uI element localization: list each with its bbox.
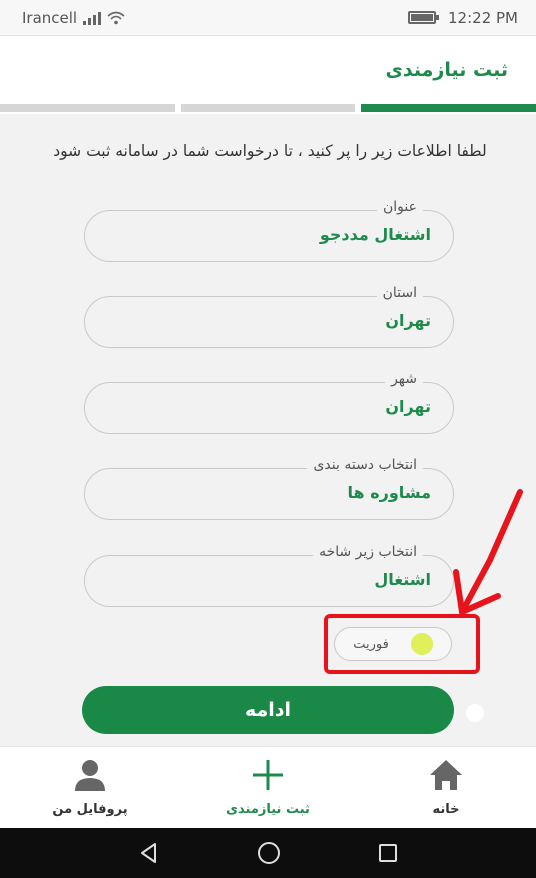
province-field[interactable]: استان تهران <box>84 285 454 348</box>
step-progress-bar <box>0 104 536 114</box>
home-circle-icon[interactable] <box>256 840 282 866</box>
system-nav-bar <box>0 828 536 878</box>
category-field-value: مشاوره ها <box>347 483 431 502</box>
plus-icon <box>253 760 283 790</box>
title-field-label: عنوان <box>377 199 423 215</box>
home-icon <box>430 760 462 790</box>
step-2-indicator <box>180 104 356 112</box>
recents-square-icon[interactable] <box>377 842 399 864</box>
battery-icon <box>408 11 440 24</box>
signal-bars-icon <box>83 11 102 25</box>
decorative-dot <box>466 704 484 722</box>
carrier-name: Irancell <box>22 8 78 27</box>
province-field-label: استان <box>376 285 423 301</box>
continue-button[interactable]: ادامه <box>82 686 454 734</box>
wifi-icon <box>107 11 125 24</box>
app-header: ثبت نیازمندی <box>0 36 536 104</box>
status-right: 12:22 PM <box>408 9 518 27</box>
city-field-label: شهر <box>385 371 423 387</box>
nav-item-home[interactable]: خانه <box>386 758 506 817</box>
status-time: 12:22 PM <box>448 8 518 27</box>
province-field-value: تهران <box>385 311 431 330</box>
category-field-label: انتخاب دسته بندی <box>307 457 423 473</box>
nav-label-home: خانه <box>432 802 460 817</box>
step-1-indicator <box>0 104 175 112</box>
city-field-value: تهران <box>385 397 431 416</box>
nav-item-profile[interactable]: پروفایل من <box>30 758 150 817</box>
category-field[interactable]: انتخاب دسته بندی مشاوره ها <box>84 457 454 520</box>
back-triangle-icon[interactable] <box>137 841 161 865</box>
step-3-indicator <box>361 104 536 112</box>
subcategory-field-value: اشتغال <box>374 570 431 589</box>
nav-item-register[interactable]: ثبت نیازمندی <box>208 758 328 817</box>
title-field[interactable]: عنوان اشتغال مددجو <box>84 199 454 262</box>
status-bar: Irancell 12:22 PM <box>0 0 536 36</box>
bottom-nav: پروفایل من ثبت نیازمندی خانه <box>0 746 536 828</box>
annotation-highlight-box <box>324 614 480 674</box>
status-left: Irancell <box>22 9 125 27</box>
subcategory-field-label: انتخاب زیر شاخه <box>313 544 423 560</box>
nav-label-register: ثبت نیازمندی <box>226 802 310 817</box>
person-icon <box>75 760 105 791</box>
title-field-value: اشتغال مددجو <box>319 225 431 244</box>
city-field[interactable]: شهر تهران <box>84 371 454 434</box>
intro-text: لطفا اطلاعات زیر را پر کنید ، تا درخواست… <box>53 142 487 160</box>
subcategory-field[interactable]: انتخاب زیر شاخه اشتغال <box>84 544 454 607</box>
nav-label-profile: پروفایل من <box>52 802 128 817</box>
page-title: ثبت نیازمندی <box>385 59 509 81</box>
